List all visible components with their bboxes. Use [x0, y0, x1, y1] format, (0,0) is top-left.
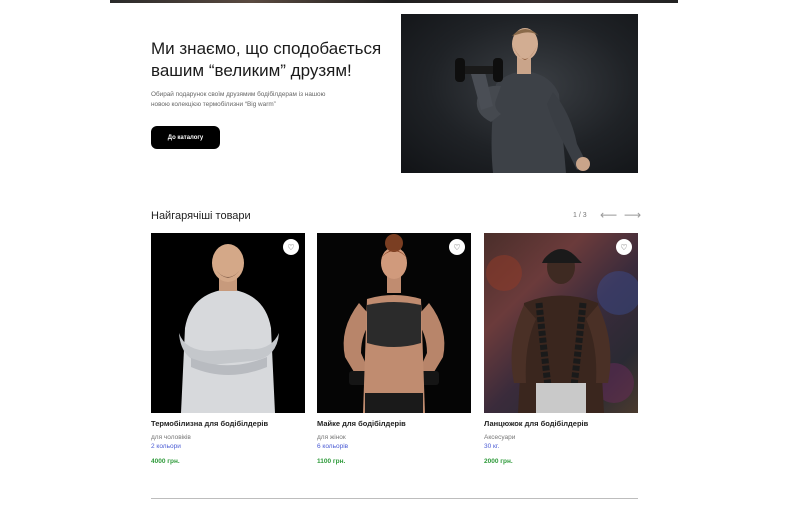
carousel-prev-arrow-icon[interactable]: ⟵ — [600, 208, 617, 222]
man-with-chains-illustration — [486, 249, 638, 413]
product-card[interactable]: ♡ Ланцюжок для бодібілдерів Аксесуари 30… — [484, 233, 638, 466]
product-image[interactable]: ♡ — [151, 233, 305, 413]
man-thermal-wear-illustration — [179, 244, 279, 413]
product-name[interactable]: Термобілизна для бодібілдерів — [151, 418, 305, 430]
product-image[interactable]: ♡ — [484, 233, 638, 413]
product-card[interactable]: ♡ Термобілизна для бодібілдерів для чоло… — [151, 233, 305, 466]
product-category: для жінок — [317, 434, 346, 441]
favorite-heart-icon[interactable]: ♡ — [449, 239, 465, 255]
carousel-page-indicator: 1 / 3 — [573, 212, 587, 219]
product-image[interactable]: ♡ — [317, 233, 471, 413]
hero-image — [401, 14, 638, 173]
product-price: 1100 грн. — [317, 458, 346, 465]
bodybuilder-dumbbell-illustration — [455, 28, 590, 173]
product-name[interactable]: Ланцюжок для бодібілдерів — [484, 418, 638, 430]
woman-fitness-illustration — [343, 234, 445, 413]
top-banner-strip — [110, 0, 678, 3]
product-card[interactable]: ♡ Майке для бодібілдерів для жінок 6 кол… — [317, 233, 471, 466]
hero-title: Ми знаємо, що сподобається вашим “велики… — [151, 39, 382, 80]
catalog-button[interactable]: До каталогу — [151, 126, 220, 149]
product-category: для чоловіків — [151, 434, 191, 441]
hot-products-title: Найгарячіші товари — [151, 210, 251, 222]
carousel-next-arrow-icon[interactable]: ⟶ — [624, 208, 641, 222]
product-variant[interactable]: 6 кольорів — [317, 442, 471, 451]
product-category: Аксесуари — [484, 434, 516, 441]
favorite-heart-icon[interactable]: ♡ — [616, 239, 632, 255]
hero-subtitle: Обирай подарунок своїм друзямим бодібілд… — [151, 91, 326, 108]
product-name[interactable]: Майке для бодібілдерів — [317, 418, 471, 430]
product-price: 4000 грн. — [151, 458, 180, 465]
product-variant[interactable]: 2 кольори — [151, 442, 305, 451]
favorite-heart-icon[interactable]: ♡ — [283, 239, 299, 255]
product-variant[interactable]: 30 кг. — [484, 442, 638, 451]
section-divider — [151, 498, 638, 499]
product-price: 2000 грн. — [484, 458, 513, 465]
